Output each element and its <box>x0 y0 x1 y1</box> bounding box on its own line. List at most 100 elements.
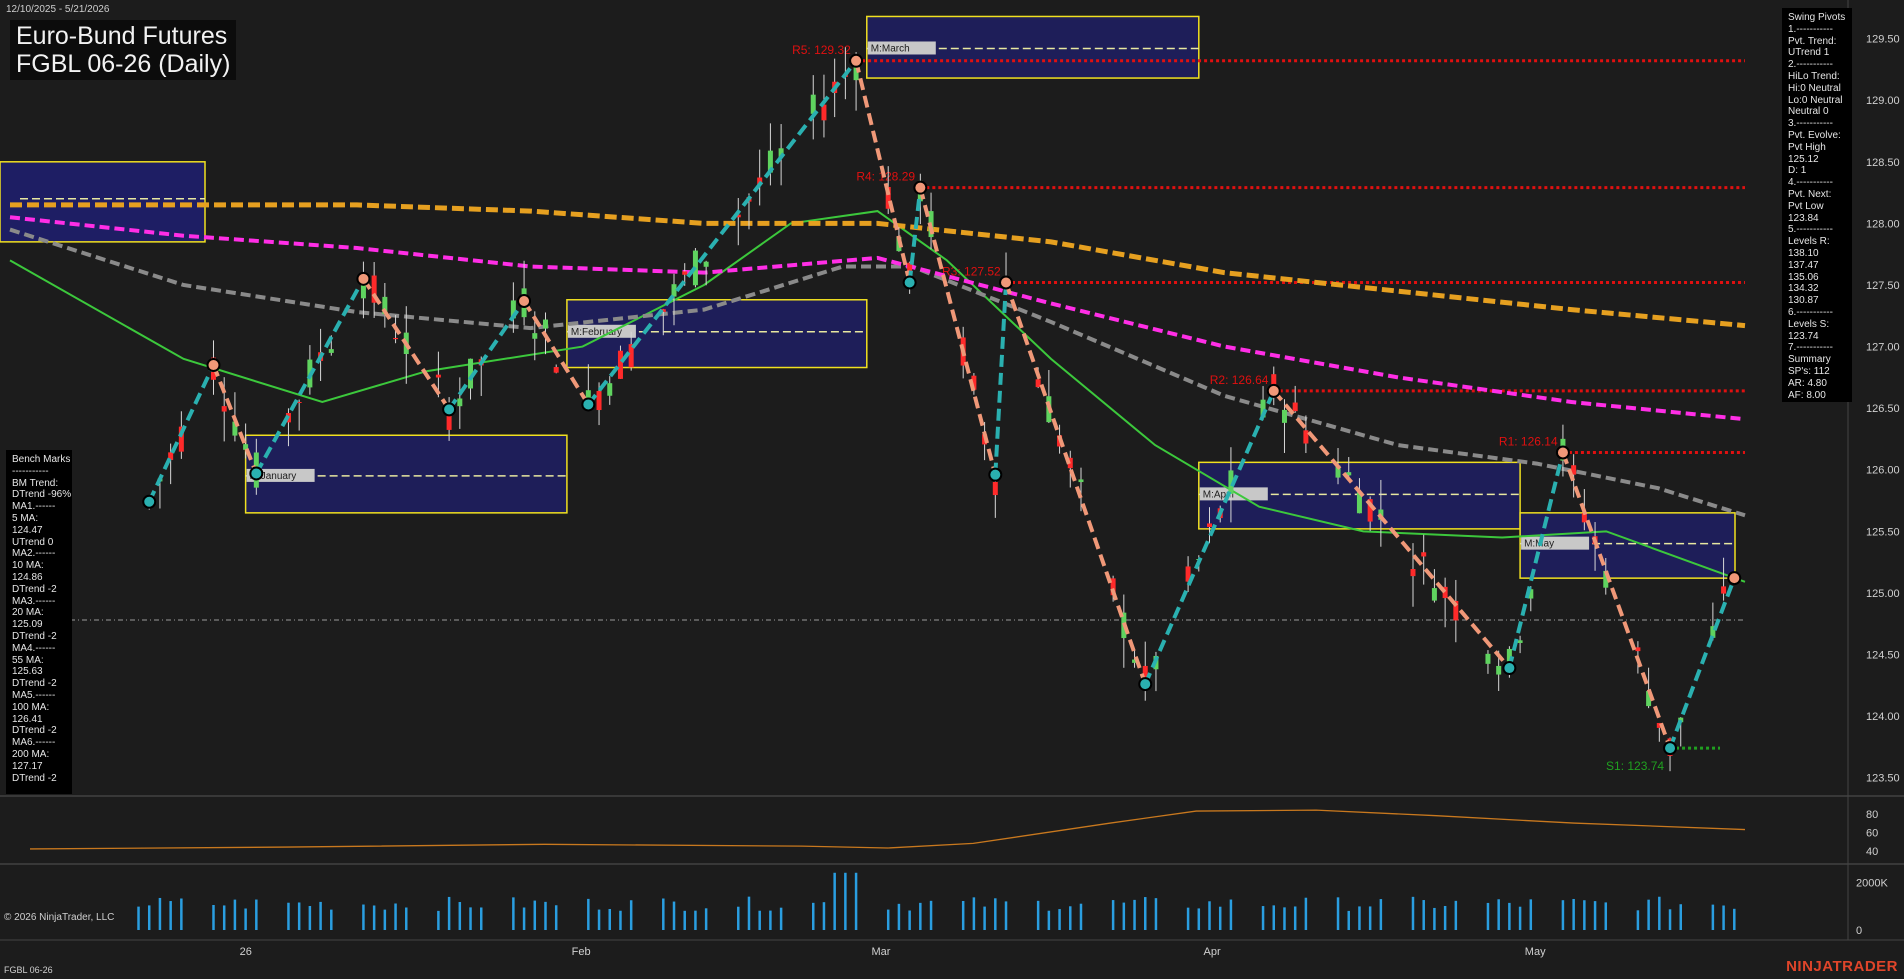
time-tick-label: Feb <box>572 946 591 958</box>
time-tick-label: May <box>1525 946 1546 958</box>
candle-body <box>1517 640 1523 643</box>
resistance-label: R5: 129.32 <box>792 43 851 57</box>
swing-low-dot <box>1663 741 1678 756</box>
contract-name: FGBL 06-26 (Daily) <box>16 50 231 78</box>
candle-body <box>1410 569 1416 577</box>
zone-label: M:February <box>571 327 622 338</box>
oscillator-line <box>29 809 1746 850</box>
bench-marks-panel: Bench Marks ----------- BM Trend: DTrend… <box>6 450 72 794</box>
candle-body <box>671 284 677 297</box>
time-tick-label: 26 <box>240 946 252 958</box>
candle-body <box>328 349 334 353</box>
candle-body <box>1207 523 1213 528</box>
swing-low-dot <box>1502 661 1517 676</box>
resistance-label: R2: 126.64 <box>1210 373 1269 387</box>
swing-down-line <box>1004 281 1148 685</box>
price-tick-label: 129.50 <box>1866 34 1900 46</box>
time-tick-label: Mar <box>872 946 891 958</box>
volume-panel: 2000K 0 <box>137 872 1888 937</box>
candle-body <box>1721 586 1727 594</box>
candle-body <box>617 350 623 379</box>
candle-body <box>703 261 709 267</box>
price-tick-label: 123.50 <box>1866 773 1900 785</box>
swing-high-dot <box>517 293 532 308</box>
chart-title: Euro-Bund Futures FGBL 06-26 (Daily) <box>10 20 237 80</box>
price-tick-label: 126.00 <box>1866 465 1900 477</box>
swing-pivots-panel: Swing Pivots 1.----------- Pvt. Trend: U… <box>1782 8 1852 402</box>
price-tick-label: 128.50 <box>1866 157 1900 169</box>
swing-low-dot <box>581 397 596 412</box>
price-tick-label: 127.50 <box>1866 280 1900 292</box>
swing-high-dot <box>913 180 928 195</box>
swing-high-dot <box>1555 445 1570 460</box>
oscillator-tick-label: 60 <box>1866 827 1878 839</box>
swing-down-line <box>918 187 998 476</box>
swing-low-dot <box>142 494 157 509</box>
candle-body <box>532 333 538 339</box>
price-tick-label: 127.00 <box>1866 342 1900 354</box>
price-tick-label: 126.50 <box>1866 403 1900 415</box>
swing-low-dot <box>249 466 264 481</box>
candle-body <box>1421 552 1427 557</box>
candle-body <box>1303 430 1309 444</box>
instrument-name: Euro-Bund Futures <box>16 22 228 50</box>
swing-high-dot <box>1266 383 1281 398</box>
ninjatrader-logo: NINJATRADER <box>1786 958 1898 975</box>
price-tick-label: 124.50 <box>1866 650 1900 662</box>
swing-down-line <box>361 277 451 411</box>
oscillator-panel: 80 60 40 <box>29 809 1878 858</box>
oscillator-tick-label: 80 <box>1866 809 1878 821</box>
price-tick-label: 125.00 <box>1866 588 1900 600</box>
swing-low-dot <box>988 467 1003 482</box>
swing-low-dot <box>1138 677 1153 692</box>
swing-high-dot <box>356 271 371 286</box>
monthly-zone <box>0 161 206 243</box>
candle-body <box>1496 665 1502 675</box>
candle-body <box>1281 409 1287 423</box>
candle-body <box>1078 479 1084 483</box>
zone-label: M:March <box>871 43 910 54</box>
time-tick-label: Apr <box>1204 946 1221 958</box>
swing-down-line <box>1561 451 1672 749</box>
swing-high-dot <box>849 53 864 68</box>
candles-layer <box>146 47 1727 772</box>
oscillator-tick-label: 40 <box>1866 846 1878 858</box>
candle-body <box>596 390 602 411</box>
swing-up-line <box>147 364 216 503</box>
price-tick-label: 124.00 <box>1866 711 1900 723</box>
candle-body <box>1292 402 1298 412</box>
swing-up-line <box>1668 577 1737 749</box>
swing-high-dot <box>206 358 221 373</box>
swing-up-line <box>447 299 526 411</box>
date-range: 12/10/2025 - 5/21/2026 <box>6 4 110 15</box>
swing-down-line <box>211 364 259 475</box>
volume-tick-label: 2000K <box>1856 877 1888 889</box>
candle-body <box>457 398 463 407</box>
swing-low-dot <box>442 402 457 417</box>
swing-high-dot <box>999 275 1014 290</box>
pivot-levels-layer: R5: 129.32R4: 128.29R3: 127.52R2: 126.64… <box>792 43 1745 773</box>
price-chart[interactable]: M:JanuaryM:FebruaryM:MarchM:AprilM:May R… <box>0 0 1904 979</box>
price-tick-label: 125.50 <box>1866 526 1900 538</box>
footer-symbol: FGBL 06-26 <box>4 965 53 975</box>
candle-body <box>553 367 559 373</box>
price-tick-label: 128.00 <box>1866 218 1900 230</box>
price-tick-label: 129.00 <box>1866 95 1900 107</box>
swing-low-dot <box>902 275 917 290</box>
volume-tick-label: 0 <box>1856 925 1862 937</box>
candle-body <box>607 383 613 396</box>
swing-high-dot <box>1727 571 1742 586</box>
candle-body <box>393 337 399 340</box>
candle-body <box>542 319 548 329</box>
swing-lines-layer <box>142 53 1742 756</box>
moving-average-line <box>9 215 1746 422</box>
resistance-label: R1: 126.14 <box>1499 435 1558 449</box>
candle-body <box>1431 588 1437 601</box>
candle-body <box>992 481 998 496</box>
copyright: © 2026 NinjaTrader, LLC <box>4 912 115 923</box>
candle-body <box>221 406 227 412</box>
support-label: S1: 123.74 <box>1606 759 1664 773</box>
candle-body <box>682 271 688 275</box>
candle-body <box>1485 653 1491 664</box>
candle-body <box>435 374 441 378</box>
